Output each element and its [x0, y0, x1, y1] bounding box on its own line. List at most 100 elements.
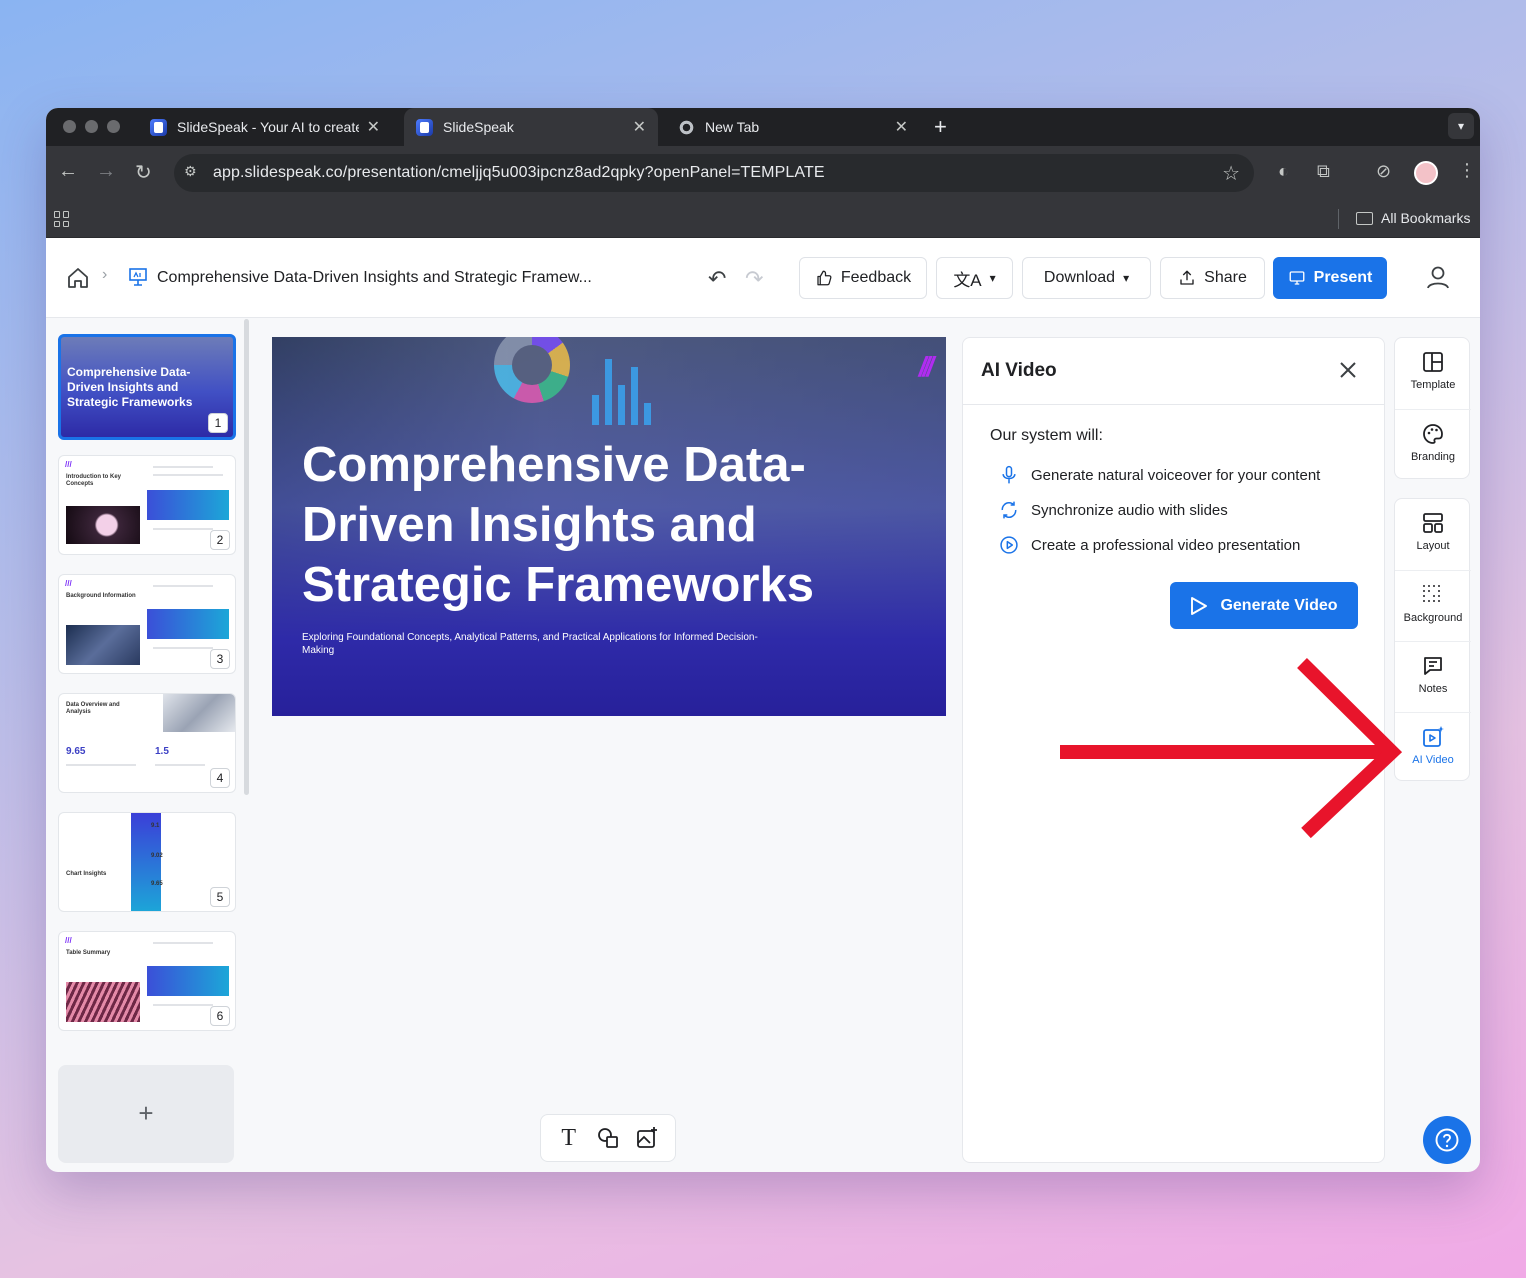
slide-title[interactable]: Comprehensive Data-Driven Insights and S… [302, 435, 862, 615]
document-title[interactable]: Comprehensive Data-Driven Insights and S… [157, 269, 592, 287]
text-line [66, 764, 136, 766]
rail-background[interactable]: Background [1395, 570, 1471, 640]
puzzle-extensions-icon[interactable]: ⧉ [1317, 161, 1330, 182]
window-controls[interactable] [63, 120, 120, 133]
thumbnail-image [163, 694, 235, 732]
text-line [153, 528, 213, 530]
text-line [153, 1004, 213, 1006]
more-menu-icon[interactable]: ⋮ [1458, 160, 1476, 181]
image-tool-icon[interactable] [633, 1124, 661, 1152]
rail-layout[interactable]: Layout [1395, 499, 1471, 569]
layout-icon [1423, 513, 1443, 533]
bookmarks-bar: All Bookmarks [46, 200, 1480, 238]
red-arrow-annotation-icon [1060, 658, 1403, 839]
translate-icon: 文A [953, 270, 982, 290]
chart-value: 9.02 [151, 853, 163, 859]
feedback-button[interactable]: Feedback [799, 257, 927, 299]
ai-video-icon [1423, 726, 1444, 747]
feature-label: Create a professional video presentation [1031, 536, 1301, 554]
text-line [153, 942, 213, 944]
chevron-down-icon: ▾ [989, 271, 996, 285]
tab-slidespeak-home[interactable]: SlideSpeak - Your AI to create ✕ [138, 108, 392, 146]
presentation-icon [129, 268, 147, 286]
new-tab-plus-icon[interactable]: + [934, 114, 947, 140]
all-bookmarks-label: All Bookmarks [1381, 210, 1471, 226]
notes-icon [1424, 657, 1442, 675]
thumbnail-title: Background Information [66, 593, 136, 599]
text-line [153, 474, 223, 476]
help-question-icon [1435, 1128, 1459, 1152]
tab-slidespeak[interactable]: SlideSpeak ✕ [404, 108, 658, 146]
thumbnail-image [66, 982, 140, 1022]
play-icon [1191, 596, 1208, 615]
donut-chart-image [494, 337, 570, 403]
slide-thumbnail-5[interactable]: Chart Insights 9.1 9.02 9.65 5 [58, 812, 236, 912]
tab-search-chevron-icon[interactable]: ▾ [1448, 113, 1474, 139]
redo-icon[interactable]: ↷ [745, 266, 763, 292]
text-tool-icon[interactable]: T [555, 1124, 583, 1152]
background-dots-icon [1423, 585, 1440, 602]
thumbs-up-icon [817, 270, 832, 286]
slide-thumbnail-1[interactable]: Comprehensive Data-Driven Insights and S… [58, 334, 236, 440]
sidebar-scrollbar[interactable] [244, 319, 249, 795]
undo-icon[interactable]: ↶ [708, 266, 726, 292]
slidespeak-favicon-icon [416, 118, 433, 136]
slide-canvas[interactable]: /// Comprehensive Data-Driven Insights a… [272, 337, 946, 716]
text-line [153, 466, 213, 468]
bookmark-star-icon[interactable]: ☆ [1222, 161, 1240, 186]
address-bar[interactable]: ⚙ app.slidespeak.co/presentation/cmeljjq… [174, 154, 1254, 192]
system-intro: Our system will: [990, 427, 1103, 444]
feature-label: Synchronize audio with slides [1031, 501, 1228, 519]
panel-title: AI Video [981, 360, 1057, 381]
back-arrow-icon[interactable]: ← [58, 160, 78, 183]
all-bookmarks[interactable]: All Bookmarks [1356, 210, 1470, 226]
url-text[interactable]: app.slidespeak.co/presentation/cmeljjq5u… [213, 164, 825, 182]
share-button[interactable]: Share [1160, 257, 1265, 299]
feature-item: Generate natural voiceover for your cont… [999, 465, 1320, 485]
highlight-box [147, 966, 229, 996]
forward-arrow-icon[interactable]: → [96, 160, 116, 183]
slide-thumbnail-6[interactable]: /// Table Summary 6 [58, 931, 236, 1031]
brand-logo-icon: /// [918, 351, 934, 382]
generate-video-button[interactable]: Generate Video [1170, 582, 1358, 629]
translate-button[interactable]: 文A ▾ [936, 257, 1013, 299]
apps-grid-icon[interactable] [54, 211, 70, 227]
template-icon [1423, 352, 1443, 372]
slide-thumbnail-4[interactable]: Data Overview and Analysis 9.65 1.5 4 [58, 693, 236, 793]
profile-avatar[interactable] [1414, 161, 1438, 185]
thumbnail-image [66, 625, 140, 665]
slide-thumbnail-2[interactable]: /// Introduction to Key Concepts 2 [58, 455, 236, 555]
site-settings-icon[interactable]: ⚙ [184, 163, 204, 183]
close-tab-icon[interactable]: ✕ [633, 117, 646, 137]
rail-template[interactable]: Template [1395, 338, 1471, 408]
shapes-tool-icon[interactable] [594, 1124, 622, 1152]
slide-subtitle[interactable]: Exploring Foundational Concepts, Analyti… [302, 631, 782, 657]
thumbnail-title: Comprehensive Data-Driven Insights and S… [67, 365, 193, 409]
present-screen-icon [1289, 271, 1305, 285]
help-button[interactable] [1423, 1116, 1471, 1164]
slide-thumbnail-3[interactable]: /// Background Information 3 [58, 574, 236, 674]
text-line [153, 585, 213, 587]
chart-value: 9.65 [151, 881, 163, 887]
browser-toolbar: ← → ↻ ⚙ app.slidespeak.co/presentation/c… [46, 146, 1480, 200]
bar-chart-image [592, 357, 662, 425]
thumbnail-title: Introduction to Key Concepts [66, 474, 121, 487]
add-slide-button[interactable]: + [58, 1065, 234, 1163]
feature-label: Generate natural voiceover for your cont… [1031, 466, 1321, 484]
download-button[interactable]: Download ▾ [1022, 257, 1151, 299]
home-icon[interactable] [66, 266, 90, 290]
user-account-icon[interactable] [1418, 258, 1458, 298]
browser-window: SlideSpeak - Your AI to create ✕ SlideSp… [46, 108, 1480, 1172]
close-icon[interactable] [1336, 358, 1360, 382]
extension-icon[interactable]: ◐ [1278, 161, 1289, 182]
close-tab-icon[interactable]: ✕ [895, 117, 908, 137]
close-tab-icon[interactable]: ✕ [367, 117, 380, 137]
feature-item: Synchronize audio with slides [999, 500, 1228, 520]
extension-2-icon[interactable]: ⊘ [1376, 161, 1391, 182]
tab-new-tab[interactable]: New Tab ✕ [666, 108, 920, 146]
slide-number: 5 [210, 887, 230, 907]
slide-number: 3 [210, 649, 230, 669]
rail-branding[interactable]: Branding [1395, 409, 1471, 479]
reload-icon[interactable]: ↻ [135, 160, 152, 185]
present-button[interactable]: Present [1273, 257, 1387, 299]
